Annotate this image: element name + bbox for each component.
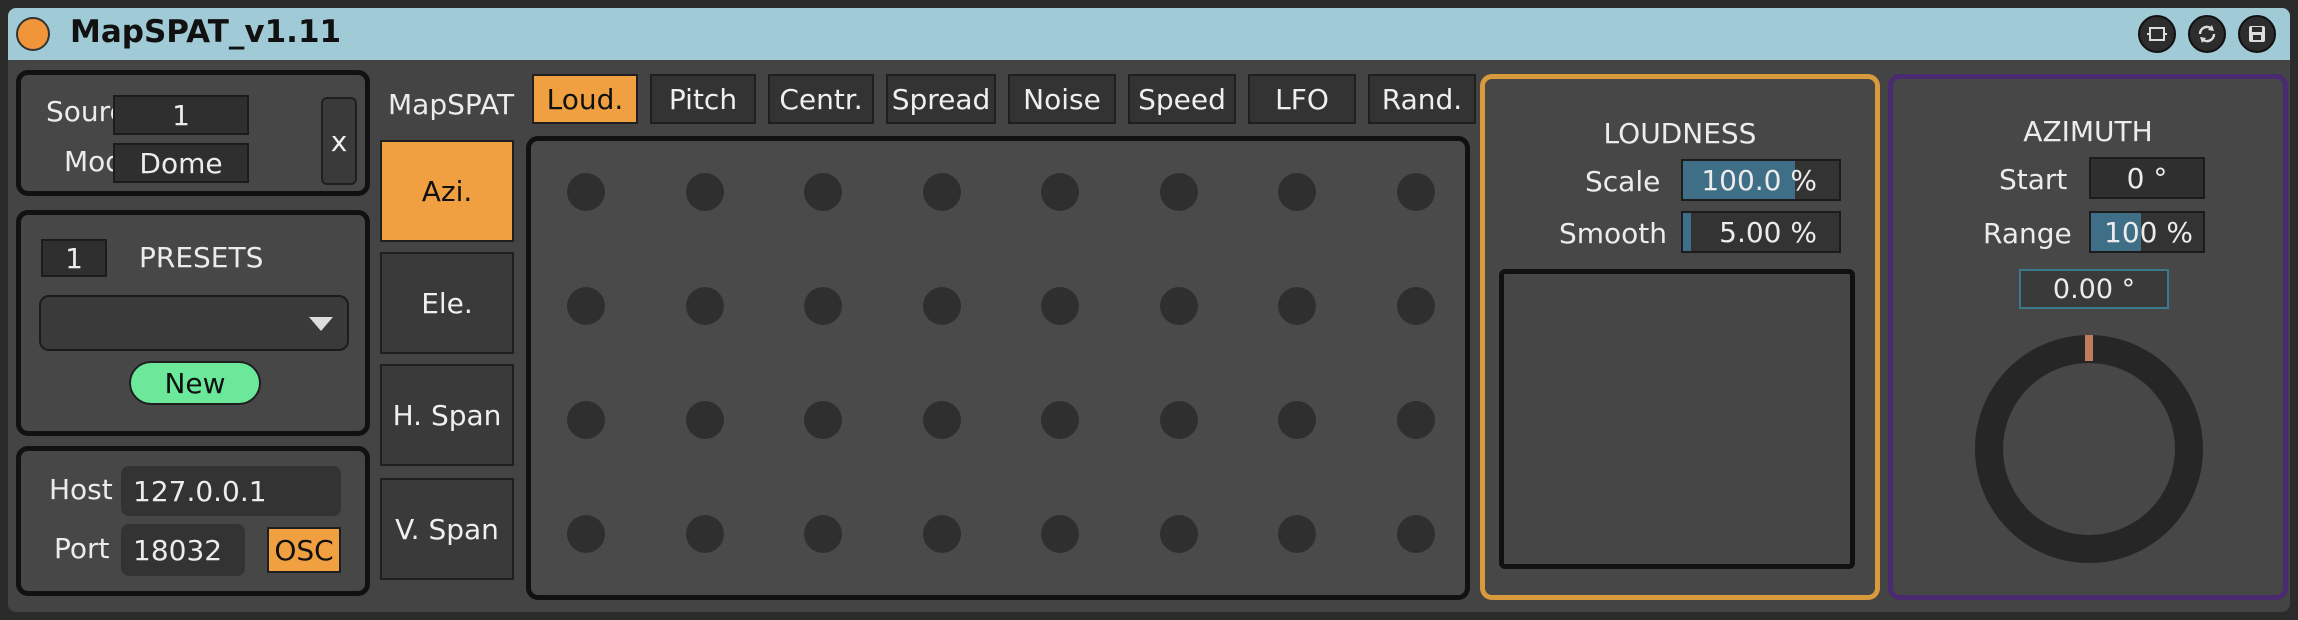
matrix-node[interactable]: [804, 401, 842, 439]
device-window: MapSPAT_v1.11 Source 1 Mode Dome x 1 PRE…: [8, 8, 2290, 612]
matrix-node[interactable]: [1159, 173, 1198, 211]
matrix-node[interactable]: [1041, 173, 1079, 211]
start-label: Start: [1999, 163, 2068, 196]
save-preset-icon[interactable]: [2238, 15, 2276, 53]
host-input[interactable]: 127.0.0.1: [121, 466, 341, 516]
matrix-node[interactable]: [1159, 287, 1198, 325]
tab-centroid[interactable]: Centr.: [768, 74, 874, 124]
mapspat-heading: MapSPAT: [388, 88, 515, 121]
matrix-node[interactable]: [922, 515, 961, 553]
matrix-node[interactable]: [922, 173, 961, 211]
tab-spread[interactable]: Spread: [886, 74, 996, 124]
param-h-span[interactable]: H. Span: [380, 364, 514, 466]
matrix-node[interactable]: [1041, 515, 1079, 553]
matrix-node[interactable]: [1396, 401, 1435, 439]
tab-random[interactable]: Rand.: [1368, 74, 1476, 124]
matrix-node[interactable]: [804, 173, 842, 211]
range-value: 100 %: [2104, 215, 2193, 249]
angle-readout: 0.00 °: [2019, 269, 2169, 309]
host-label: Host: [49, 473, 113, 506]
presets-panel: 1 PRESETS New: [16, 210, 370, 436]
smooth-slider[interactable]: 5.00 %: [1681, 211, 1841, 253]
matrix-node[interactable]: [922, 401, 961, 439]
hot-swap-icon[interactable]: [2188, 15, 2226, 53]
port-input[interactable]: 18032: [121, 524, 245, 576]
matrix-node[interactable]: [1278, 401, 1316, 439]
matrix-node[interactable]: [685, 401, 724, 439]
tab-lfo[interactable]: LFO: [1248, 74, 1356, 124]
tab-speed[interactable]: Speed: [1128, 74, 1236, 124]
matrix-node[interactable]: [1041, 287, 1079, 325]
matrix-node[interactable]: [1159, 515, 1198, 553]
matrix-node[interactable]: [685, 515, 724, 553]
matrix-node[interactable]: [922, 287, 961, 325]
loudness-title: LOUDNESS: [1603, 117, 1757, 150]
param-azimuth[interactable]: Azi.: [380, 140, 514, 242]
close-source-button[interactable]: x: [321, 97, 357, 185]
smooth-label: Smooth: [1559, 217, 1668, 250]
preset-number-box[interactable]: 1: [41, 239, 107, 277]
smooth-value: 5.00 %: [1719, 215, 1817, 249]
matrix-node[interactable]: [1396, 173, 1435, 211]
matrix-node[interactable]: [567, 515, 605, 553]
chevron-down-icon: [309, 317, 333, 331]
matrix-node[interactable]: [567, 401, 605, 439]
matrix-node[interactable]: [1278, 287, 1316, 325]
azimuth-dial[interactable]: [1969, 329, 2209, 569]
presets-title: PRESETS: [139, 241, 264, 274]
port-label: Port: [54, 532, 110, 565]
source-panel: Source 1 Mode Dome x: [16, 70, 370, 196]
osc-toggle-button[interactable]: OSC: [267, 527, 341, 573]
tab-pitch[interactable]: Pitch: [650, 74, 756, 124]
matrix-node[interactable]: [685, 287, 724, 325]
map-icon[interactable]: [2138, 15, 2176, 53]
azimuth-title: AZIMUTH: [2023, 115, 2153, 148]
start-number-box[interactable]: 0 °: [2089, 157, 2205, 199]
tab-loudness[interactable]: Loud.: [532, 74, 638, 124]
device-title: MapSPAT_v1.11: [70, 14, 342, 50]
loudness-panel: LOUDNESS Scale 100.0 % Smooth 5.00 %: [1480, 74, 1880, 600]
scale-slider[interactable]: 100.0 %: [1681, 159, 1841, 201]
matrix-node[interactable]: [567, 287, 605, 325]
param-elevation[interactable]: Ele.: [380, 252, 514, 354]
title-bar: MapSPAT_v1.11: [8, 8, 2290, 60]
matrix-node[interactable]: [1278, 515, 1316, 553]
scale-label: Scale: [1585, 165, 1661, 198]
loudness-scope-display: [1499, 269, 1855, 569]
matrix-node[interactable]: [1278, 173, 1316, 211]
osc-panel: Host 127.0.0.1 Port 18032 OSC: [16, 446, 370, 596]
matrix-node[interactable]: [1396, 515, 1435, 553]
matrix-node[interactable]: [567, 173, 605, 211]
range-label: Range: [1983, 217, 2072, 250]
new-preset-button[interactable]: New: [129, 361, 261, 405]
mode-selector[interactable]: Dome: [113, 143, 249, 183]
smooth-slider-fill: [1683, 213, 1691, 251]
matrix-node[interactable]: [804, 287, 842, 325]
mapping-matrix: [526, 136, 1470, 600]
scale-value: 100.0 %: [1701, 163, 1817, 197]
device-power-icon[interactable]: [16, 17, 50, 51]
param-v-span[interactable]: V. Span: [380, 478, 514, 580]
matrix-node[interactable]: [1396, 287, 1435, 325]
range-slider[interactable]: 100 %: [2089, 211, 2205, 253]
preset-dropdown[interactable]: [39, 295, 349, 351]
matrix-node[interactable]: [1041, 401, 1079, 439]
matrix-node[interactable]: [804, 515, 842, 553]
source-number-box[interactable]: 1: [113, 95, 249, 135]
azimuth-panel: AZIMUTH Start 0 ° Range 100 % 0.00 °: [1888, 74, 2288, 600]
tab-noise[interactable]: Noise: [1008, 74, 1116, 124]
matrix-node[interactable]: [685, 173, 724, 211]
matrix-node[interactable]: [1159, 401, 1198, 439]
